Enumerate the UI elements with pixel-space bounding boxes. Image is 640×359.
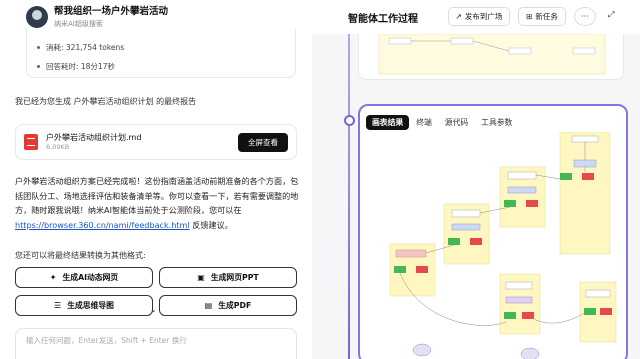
workflow-panel: 智能体工作过程 ↗ 发布到广场 ⊞ 新任务 ··· ⤢ 画表结果 终端 源代码 工 <box>312 0 640 359</box>
assistant-message: 户外攀岩活动组织方案已经完成啦！这份指南涵盖活动前期准备的各个方面，包括团队分工… <box>15 176 299 230</box>
publish-button[interactable]: ↗ 发布到广场 <box>448 7 510 26</box>
generate-mindmap-button[interactable]: ☰ 生成思维导图 <box>15 295 153 316</box>
generate-pdf-button[interactable]: ▤ 生成PDF <box>159 295 297 316</box>
convert-prompt: 您还可以将最终结果转换为其他格式: <box>15 251 146 260</box>
generate-ai-webpage-button[interactable]: ✦ 生成AI动态网页 <box>15 267 153 288</box>
plus-square-icon: ⊞ <box>526 12 533 21</box>
previous-step-card <box>358 34 624 80</box>
chat-panel: 帮我组织一场户外攀岩活动 纳米AI超级搜索 消耗: 321,754 tokens… <box>0 0 312 359</box>
share-icon: ↗ <box>455 12 462 21</box>
document-icon <box>24 134 38 150</box>
tab-render-result[interactable]: 画表结果 <box>366 115 410 130</box>
file-name: 户外攀岩活动组织计划.md <box>46 133 142 142</box>
generated-notice: 我已经为您生成 户外攀岩活动组织计划 的最终报告 <box>15 97 197 106</box>
report-file-card[interactable]: 户外攀岩活动组织计划.md 6.09KB 全屏查看 <box>15 124 297 160</box>
result-frame: 画表结果 终端 源代码 工具参数 <box>358 104 628 359</box>
result-tabs: 画表结果 终端 源代码 工具参数 <box>366 115 519 130</box>
workflow-header: 智能体工作过程 ↗ 发布到广场 ⊞ 新任务 ··· ⤢ <box>312 0 640 34</box>
chat-subtitle: 纳米AI超级搜索 <box>54 19 103 28</box>
workflow-diagram <box>389 132 617 359</box>
presentation-icon: ▣ <box>197 273 205 282</box>
fullscreen-view-button[interactable]: 全屏查看 <box>238 133 288 152</box>
stats-card: 消耗: 321,754 tokens 回答耗时: 18分17秒 <box>26 28 296 78</box>
token-stat: 消耗: 321,754 tokens <box>37 42 285 53</box>
new-task-button[interactable]: ⊞ 新任务 <box>518 7 566 26</box>
timeline-node <box>344 115 355 126</box>
mindmap-icon: ☰ <box>54 301 62 310</box>
file-size: 6.09KB <box>46 143 70 151</box>
tab-terminal[interactable]: 终端 <box>410 115 438 130</box>
chat-title: 帮我组织一场户外攀岩活动 <box>54 5 169 17</box>
feedback-link[interactable]: https://browser.360.cn/nami/feedback.htm… <box>15 220 190 230</box>
magic-wand-icon: ✦ <box>49 273 57 282</box>
more-button[interactable]: ··· <box>574 7 596 26</box>
pdf-icon: ▤ <box>204 301 213 310</box>
tab-source-code[interactable]: 源代码 <box>439 115 474 130</box>
chat-input[interactable] <box>26 336 286 345</box>
chevron-down-icon[interactable]: ⌄ <box>150 305 157 314</box>
timeline-line <box>348 34 350 359</box>
generate-web-ppt-button[interactable]: ▣ 生成网页PPT <box>159 267 297 288</box>
chat-input-box[interactable] <box>15 328 297 359</box>
expand-icon[interactable]: ⤢ <box>608 10 614 20</box>
previous-step-diagram <box>378 34 606 75</box>
tab-tool-params[interactable]: 工具参数 <box>475 115 518 130</box>
avatar <box>26 6 48 28</box>
time-stat: 回答耗时: 18分17秒 <box>37 61 285 72</box>
workflow-title: 智能体工作过程 <box>348 14 418 25</box>
